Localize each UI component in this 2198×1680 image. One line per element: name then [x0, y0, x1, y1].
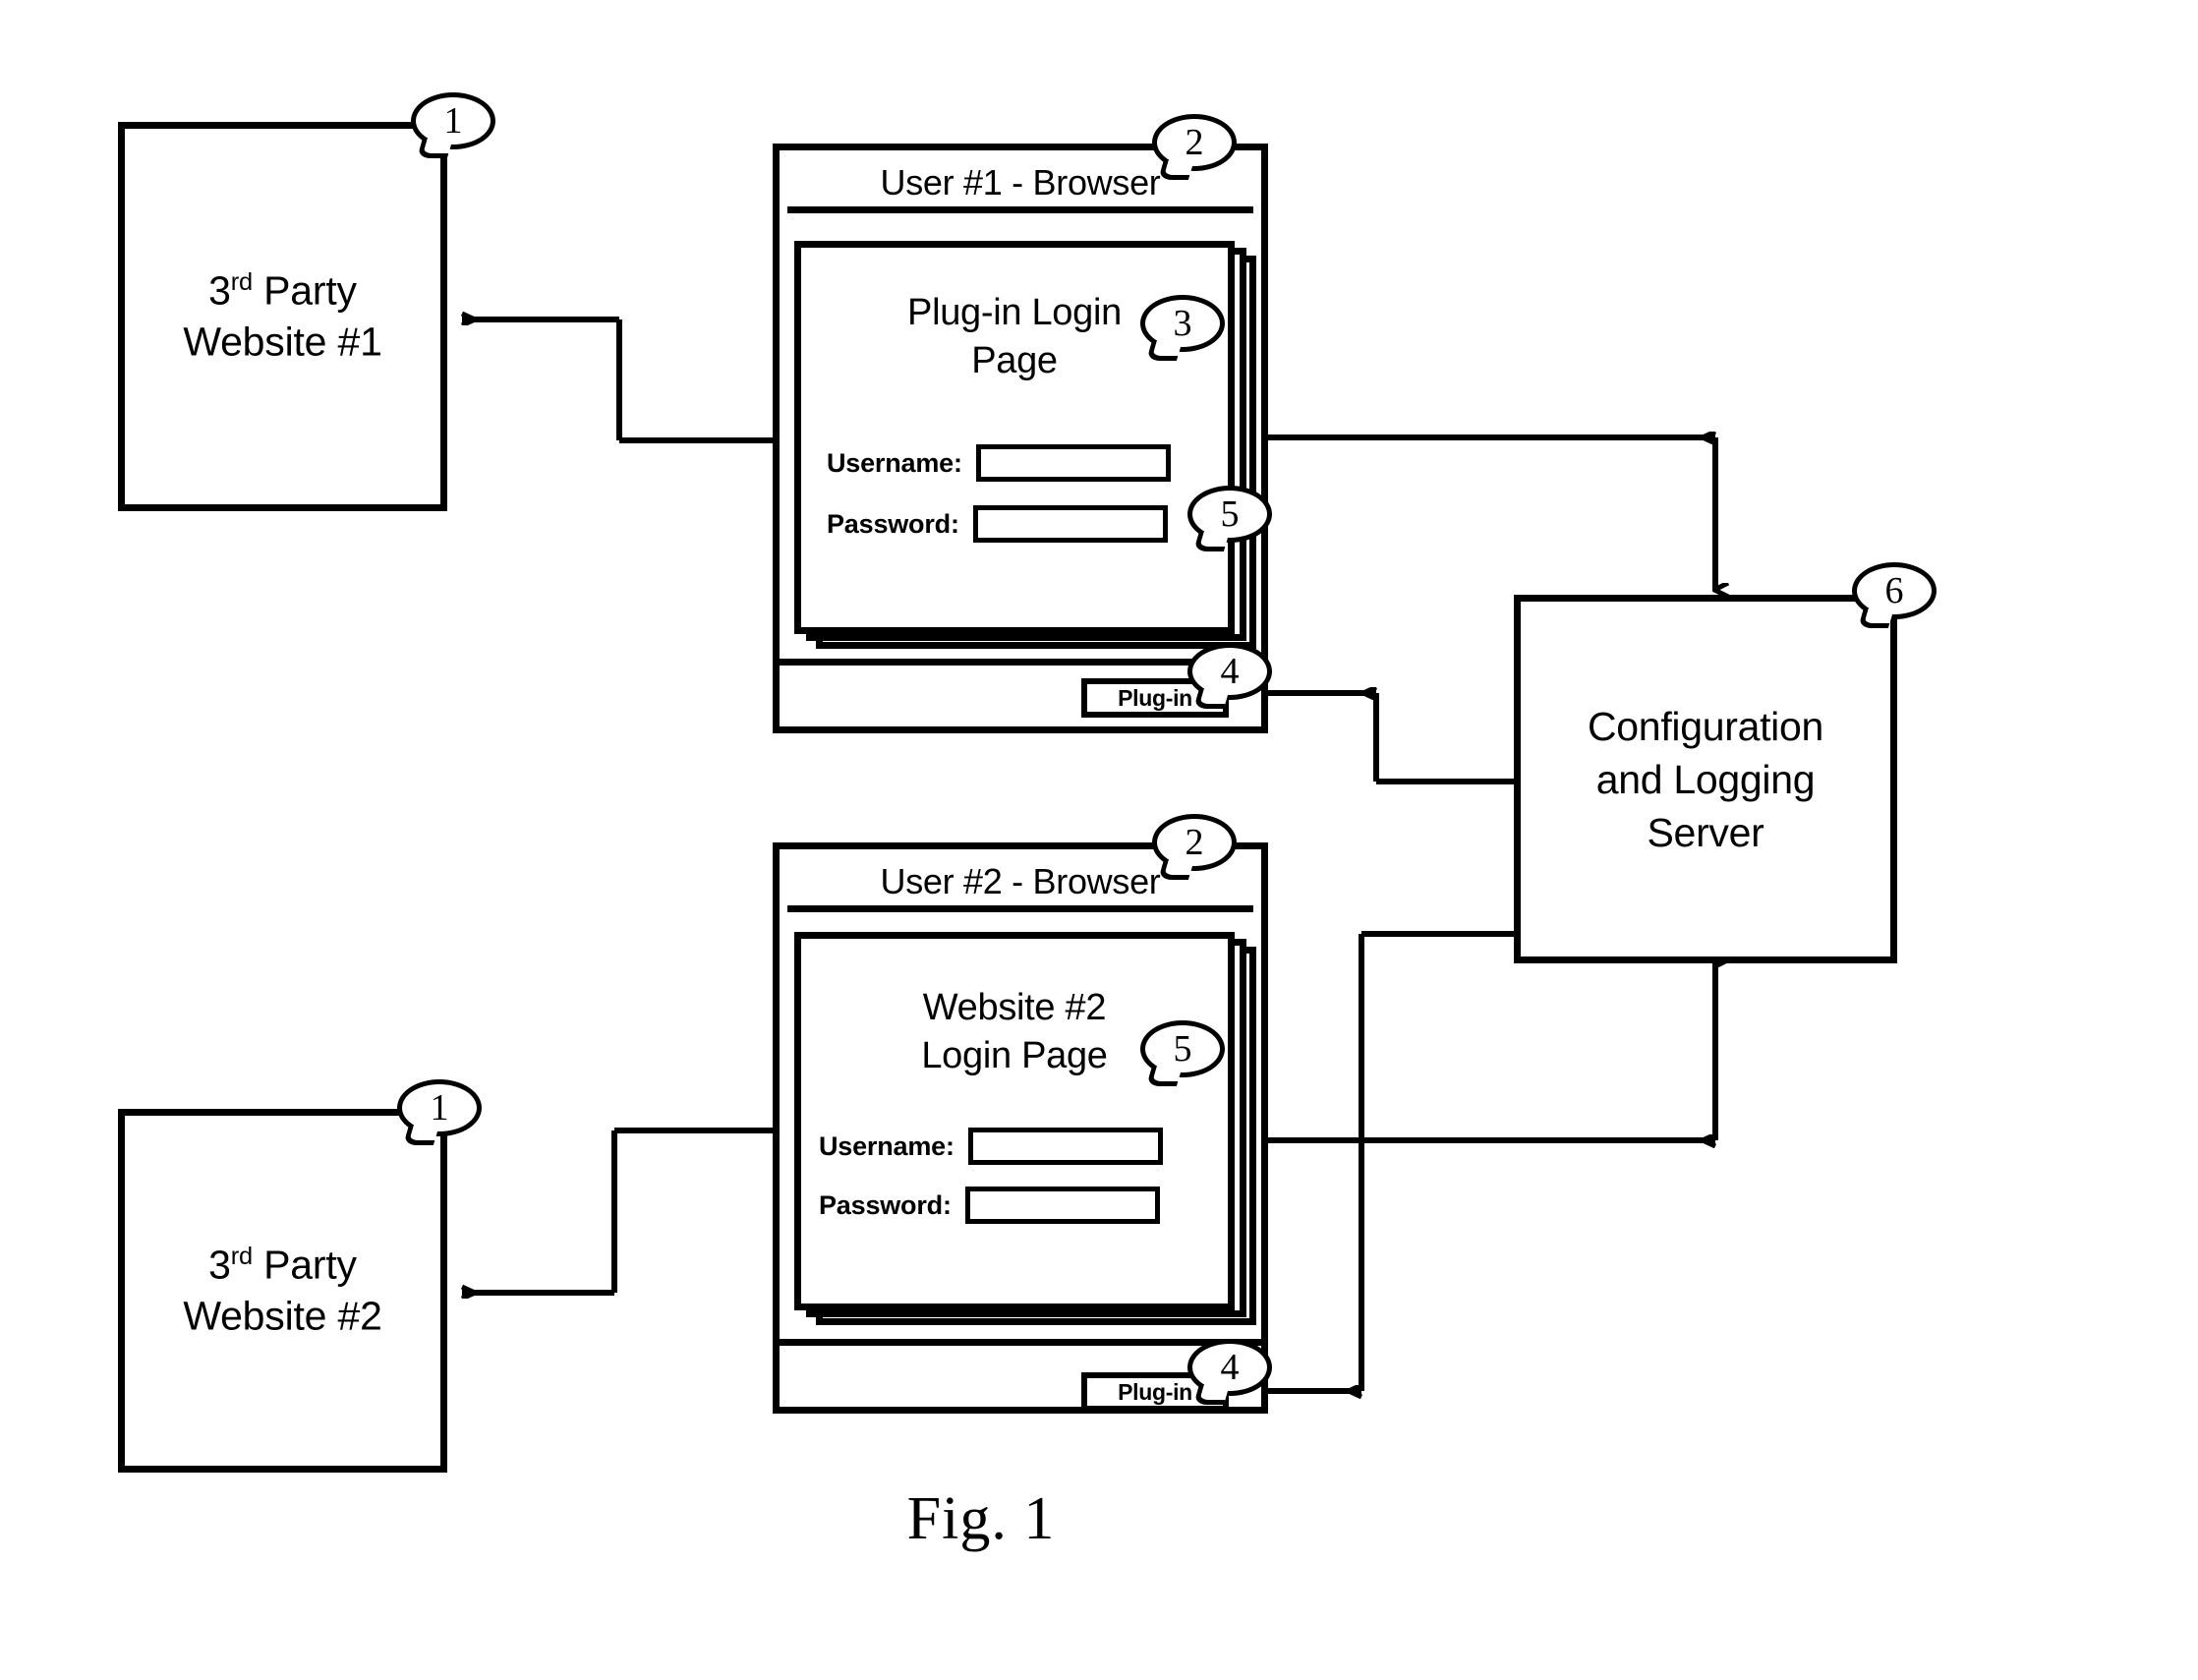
figure-caption: Fig. 1	[906, 1485, 1056, 1552]
callout-5-top: 5	[1187, 486, 1272, 543]
browser-user-2-password-row: Password:	[819, 1187, 1222, 1224]
browser-user-2-password-label: Password:	[819, 1189, 952, 1220]
callout-5-bottom: 5	[1140, 1020, 1225, 1077]
callout-4-bottom: 4	[1187, 1339, 1272, 1396]
third-party-website-1-label: 3rd Party Website #1	[183, 267, 382, 365]
callout-3: 3	[1140, 295, 1225, 352]
patent-figure-canvas: 3rd Party Website #1 1 User #1 - Browser…	[0, 0, 2198, 1680]
configuration-and-logging-server-label: Configuration and Logging Server	[1588, 703, 1823, 855]
browser-user-1-password-label: Password:	[827, 508, 959, 539]
browser-user-2-password-input[interactable]	[964, 1187, 1160, 1224]
third-party-website-2-box: 3rd Party Website #2	[118, 1109, 447, 1473]
browser-user-1-username-label: Username:	[827, 447, 962, 478]
browser-user-1-username-row: Username:	[827, 444, 1220, 482]
third-party-website-1-box: 3rd Party Website #1	[118, 122, 447, 511]
callout-1-top: 1	[411, 92, 495, 149]
browser-user-2-username-input[interactable]	[967, 1128, 1163, 1165]
callout-2-bottom: 2	[1152, 814, 1237, 871]
browser-user-2-username-row: Username:	[819, 1128, 1222, 1165]
third-party-website-2-label: 3rd Party Website #2	[183, 1242, 382, 1339]
callout-4-top: 4	[1187, 643, 1272, 700]
callout-1-bottom: 1	[397, 1079, 482, 1136]
browser-user-1-username-input[interactable]	[975, 444, 1171, 482]
browser-user-2-username-label: Username:	[819, 1130, 954, 1161]
browser-user-2-login-page: Website #2 Login Page Username: Password…	[794, 932, 1235, 1310]
browser-user-1-password-input[interactable]	[972, 505, 1168, 543]
browser-user-1-password-row: Password:	[827, 505, 1220, 543]
configuration-and-logging-server-box: Configuration and Logging Server	[1514, 595, 1897, 963]
callout-6: 6	[1852, 562, 1937, 619]
callout-2-top: 2	[1152, 114, 1237, 171]
